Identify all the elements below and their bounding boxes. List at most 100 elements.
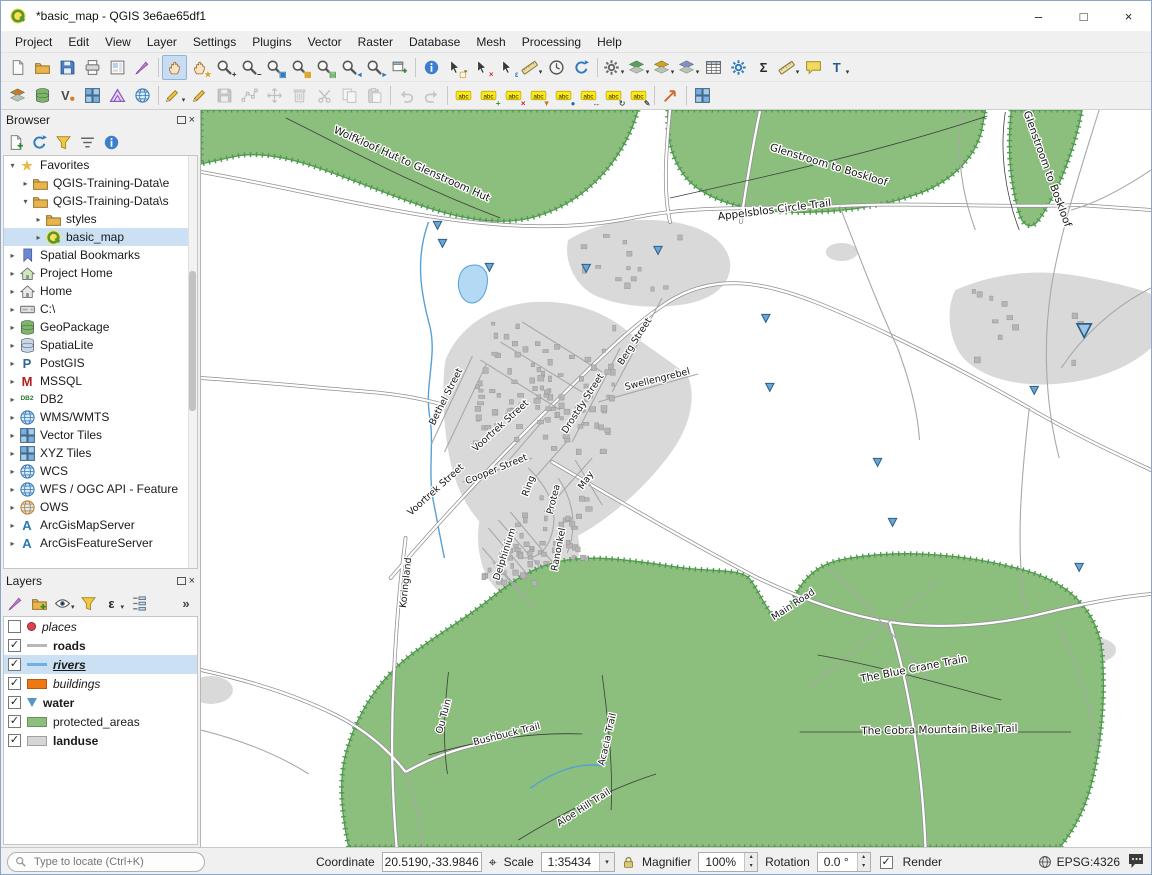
browser-item-vector-tiles[interactable]: ▸Vector Tiles	[4, 426, 197, 444]
chevron-right-icon[interactable]: ▸	[7, 431, 18, 440]
spin-up-icon[interactable]: ▴	[858, 853, 870, 862]
chevron-right-icon[interactable]: ▸	[33, 215, 44, 224]
temporal-controller-button[interactable]	[544, 55, 569, 80]
move-label-button[interactable]: abc↔	[576, 83, 601, 108]
browser-item-geopackage[interactable]: ▸GeoPackage	[4, 318, 197, 336]
chevron-down-icon[interactable]: ▾	[7, 161, 18, 170]
rotation-spin[interactable]: 0.0 ° ▴▾	[817, 852, 871, 872]
chevron-right-icon[interactable]: ▸	[7, 323, 18, 332]
layer-item-rivers[interactable]: ✓rivers	[4, 655, 197, 674]
style-manager-button[interactable]	[130, 55, 155, 80]
add-selected-layers-button[interactable]	[4, 132, 26, 154]
float-panel-icon[interactable]	[177, 577, 186, 585]
show-layout-manager-button[interactable]	[105, 55, 130, 80]
browser-item-db2[interactable]: ▸DB2DB2	[4, 390, 197, 408]
rotate-label-button[interactable]: abc↻	[601, 83, 626, 108]
filter-legend-button[interactable]	[78, 593, 100, 615]
refresh-browser-button[interactable]	[28, 132, 50, 154]
chevron-right-icon[interactable]: ▸	[33, 233, 44, 242]
show-labels-button[interactable]: ▾	[626, 55, 651, 80]
zoom-to-layer-button[interactable]: ▤	[312, 55, 337, 80]
close-panel-icon[interactable]: ×	[189, 115, 195, 126]
map-tips-button[interactable]	[801, 55, 826, 80]
show-hide-labels-button[interactable]: abc●	[551, 83, 576, 108]
filter-by-expression-button[interactable]: ε▾	[102, 593, 126, 615]
browser-item-qgis-training-data-s[interactable]: ▾QGIS-Training-Data\s	[4, 192, 197, 210]
identify-features-button[interactable]	[419, 55, 444, 80]
layer-item-roads[interactable]: ✓roads	[4, 636, 197, 655]
scale-combo[interactable]: 1:35434 ▾	[541, 852, 615, 872]
chevron-right-icon[interactable]: ▸	[20, 179, 31, 188]
save-project-button[interactable]	[55, 55, 80, 80]
manage-map-themes-button[interactable]: ▾	[52, 593, 76, 615]
chevron-right-icon[interactable]: ▸	[7, 251, 18, 260]
text-annotation-button[interactable]: T▾	[826, 55, 851, 80]
spin-down-icon[interactable]: ▾	[858, 862, 870, 871]
pin-unpin-labels-button[interactable]: abc▼	[526, 83, 551, 108]
render-checkbox[interactable]: ✓	[880, 856, 893, 869]
chevron-right-icon[interactable]: ▸	[7, 449, 18, 458]
chevron-right-icon[interactable]: ▸	[7, 503, 18, 512]
show-statistical-summary-button[interactable]: Σ	[751, 55, 776, 80]
add-raster-layer-button[interactable]	[80, 83, 105, 108]
deselect-features-button[interactable]: ×	[469, 55, 494, 80]
new-print-layout-button[interactable]	[80, 55, 105, 80]
close-button[interactable]: ×	[1106, 1, 1151, 31]
chevron-down-icon[interactable]: ▾	[671, 68, 675, 79]
chevron-right-icon[interactable]: ▸	[7, 287, 18, 296]
layer-item-landuse[interactable]: ✓landuse	[4, 731, 197, 750]
enable-properties-widget-button[interactable]	[100, 132, 122, 154]
layer-item-protected-areas[interactable]: ✓protected_areas	[4, 712, 197, 731]
map-canvas[interactable]: Wolfkloof Hut to Glenstroom HutGlenstroo…	[201, 110, 1151, 847]
chevron-right-icon[interactable]: ▸	[7, 395, 18, 404]
maximize-button[interactable]: □	[1061, 1, 1106, 31]
browser-item-arcgismapserver[interactable]: ▸AArcGisMapServer	[4, 516, 197, 534]
layer-item-buildings[interactable]: ✓buildings	[4, 674, 197, 693]
collapse-all-button[interactable]	[76, 132, 98, 154]
change-label-properties-button[interactable]: abc✎	[626, 83, 651, 108]
browser-item-styles[interactable]: ▸styles	[4, 210, 197, 228]
menu-raster[interactable]: Raster	[350, 33, 401, 51]
chevron-right-icon[interactable]: ▸	[7, 377, 18, 386]
browser-item-home[interactable]: ▸Home	[4, 282, 197, 300]
new-project-button[interactable]	[5, 55, 30, 80]
chevron-right-icon[interactable]: ▸	[7, 485, 18, 494]
chevron-right-icon[interactable]: ▸	[7, 269, 18, 278]
chevron-right-icon[interactable]: ▸	[7, 305, 18, 314]
menu-view[interactable]: View	[97, 33, 139, 51]
chevron-down-icon[interactable]: ▾	[182, 96, 186, 107]
open-layer-styling-panel-button[interactable]	[4, 593, 26, 615]
locate-input[interactable]	[32, 855, 182, 869]
layer-checkbox[interactable]: ✓	[8, 658, 21, 671]
chevron-right-icon[interactable]: ▸	[7, 539, 18, 548]
toggle-editing-button[interactable]	[187, 83, 212, 108]
crs-status[interactable]: EPSG:4326	[1038, 855, 1120, 869]
layer-checkbox[interactable]: ✓	[8, 639, 21, 652]
delete-label-button[interactable]: abc×	[501, 83, 526, 108]
scrollbar-thumb[interactable]	[189, 271, 196, 411]
menu-plugins[interactable]: Plugins	[244, 33, 299, 51]
browser-item-project-home[interactable]: ▸Project Home	[4, 264, 197, 282]
browser-item-qgis-training-data-e[interactable]: ▸QGIS-Training-Data\e	[4, 174, 197, 192]
browser-item-wms-wmts[interactable]: ▸WMS/WMTS	[4, 408, 197, 426]
browser-item-wfs-ogc-api-feature[interactable]: ▸WFS / OGC API - Feature	[4, 480, 197, 498]
chevron-down-icon[interactable]: ▾	[20, 197, 31, 206]
select-by-expression-button[interactable]: ε	[494, 55, 519, 80]
lock-scale-icon[interactable]	[622, 856, 635, 869]
menu-vector[interactable]: Vector	[300, 33, 350, 51]
browser-item-mssql[interactable]: ▸MMSSQL	[4, 372, 197, 390]
browser-item-spatial-bookmarks[interactable]: ▸Spatial Bookmarks	[4, 246, 197, 264]
expand-collapse-all-button[interactable]	[127, 593, 149, 615]
current-edits-button[interactable]: ▾	[162, 83, 187, 108]
pan-to-selection-button[interactable]: ★	[187, 55, 212, 80]
chevron-down-icon[interactable]: ▾	[846, 68, 850, 79]
select-features-button[interactable]: ▢▾	[444, 55, 469, 80]
chevron-down-icon[interactable]: ▾	[796, 68, 800, 79]
layer-labeling-button[interactable]: abc	[451, 83, 476, 108]
browser-item-basic-map[interactable]: ▸basic_map	[4, 228, 197, 246]
menu-help[interactable]: Help	[589, 33, 630, 51]
browser-item-arcgisfeatureserver[interactable]: ▸AArcGisFeatureServer	[4, 534, 197, 552]
spin-up-icon[interactable]: ▴	[745, 853, 757, 862]
browser-item-c[interactable]: ▸C:\	[4, 300, 197, 318]
open-data-source-manager-button[interactable]	[5, 83, 30, 108]
